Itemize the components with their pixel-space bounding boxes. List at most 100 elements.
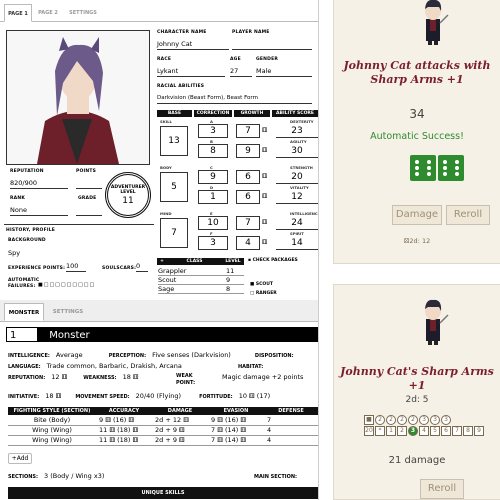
class-row[interactable]: Grappler 11	[158, 267, 244, 276]
base-value[interactable]: 7	[160, 218, 188, 248]
dice-icon[interactable]: ⚅	[56, 392, 62, 400]
auto-failure-checkboxes[interactable]: ■□□□□□□□□□	[38, 282, 95, 288]
ability-score-value[interactable]: 14	[276, 236, 318, 250]
table-row[interactable]: Wing (Wing) 11 ⚅ (18) ⚅ 2d + 9 ⚅ 7 ⚅ (14) ⚅…	[8, 435, 318, 446]
growth-value[interactable]: 6	[236, 170, 260, 184]
dice-icon[interactable]: ⚅	[107, 436, 117, 444]
package-row[interactable]: □ RANGER	[250, 291, 277, 296]
growth-value[interactable]: 7	[236, 124, 260, 138]
language-value[interactable]: Trade common, Barbaric, Drakish, Arcana	[47, 362, 182, 370]
age-field[interactable]: 27	[230, 67, 252, 77]
table-row[interactable]: Bite (Body) 9 ⚅ (16) ⚅ 2d + 12 ⚅ 9 ⚅ (16) ⚅…	[8, 415, 318, 426]
correction-value[interactable]: 3	[198, 124, 228, 138]
grade-field[interactable]	[76, 206, 102, 216]
dice-icon[interactable]: ⚅	[249, 392, 255, 400]
defense-cell[interactable]: 4	[264, 425, 318, 436]
evasion-cell[interactable]: 7 ⚅ (14) ⚅	[208, 435, 264, 446]
growth-value[interactable]: 7	[236, 216, 260, 230]
dice-icon[interactable]: ⚅	[215, 416, 225, 424]
damage-cell[interactable]: 2d + 9 ⚅	[152, 425, 208, 436]
dice-icon[interactable]: ⚅	[262, 173, 267, 180]
add-class-button[interactable]: +	[157, 258, 167, 265]
ability-score-value[interactable]: 24	[276, 216, 318, 230]
dice-icon[interactable]: ⚅	[181, 416, 189, 424]
correction-value[interactable]: 10	[198, 216, 228, 230]
dice-icon[interactable]: ⚅	[62, 373, 68, 381]
dice-icon[interactable]: ⚅	[133, 373, 139, 381]
ability-score-value[interactable]: 12	[276, 190, 318, 204]
package-row[interactable]: ■ SCOUT	[250, 282, 273, 287]
dice-icon[interactable]: ⚅	[107, 426, 117, 434]
tab-page-1[interactable]: PAGE 1	[4, 4, 32, 22]
character-name-field[interactable]: Johnny Cat	[157, 40, 229, 50]
dice-icon[interactable]: ⚅	[215, 436, 225, 444]
damage-cell[interactable]: 2d + 9 ⚅	[152, 435, 208, 446]
adventurer-level-value[interactable]: 11	[108, 196, 148, 206]
soulscars-field[interactable]: 0	[136, 262, 148, 272]
dice-icon[interactable]: ⚅	[177, 436, 185, 444]
add-row-button[interactable]: +Add	[8, 453, 32, 464]
base-value[interactable]: 13	[160, 126, 188, 156]
rank-field[interactable]: None	[10, 206, 68, 216]
reroll-damage-button[interactable]: Reroll	[420, 479, 464, 499]
accuracy-cell[interactable]: 11 ⚅ (18) ⚅	[96, 425, 152, 436]
evasion-cell[interactable]: 9 ⚅ (16) ⚅	[208, 415, 264, 426]
accuracy-cell[interactable]: 11 ⚅ (18) ⚅	[96, 435, 152, 446]
intelligence-value[interactable]: Average	[56, 351, 83, 359]
dice-icon[interactable]: ⚅	[130, 436, 138, 444]
table-row[interactable]: Wing (Wing) 11 ⚅ (18) ⚅ 2d + 9 ⚅ 7 ⚅ (14) ⚅…	[8, 425, 318, 436]
dice-icon[interactable]: ⚅	[262, 193, 267, 200]
tab-monster[interactable]: MONSTER	[4, 303, 44, 321]
accuracy-cell[interactable]: 9 ⚅ (16) ⚅	[96, 415, 152, 426]
dice-icon[interactable]: ⚅	[215, 426, 225, 434]
monster-level-field[interactable]: 1	[6, 327, 38, 342]
dice-icon[interactable]: ⚅	[177, 426, 185, 434]
tab-page-2[interactable]: PAGE 2	[34, 4, 62, 22]
damage-button[interactable]: Damage	[392, 205, 442, 225]
correction-value[interactable]: 8	[198, 144, 228, 158]
dice-icon[interactable]: ⚅	[262, 147, 267, 154]
damage-cell[interactable]: 2d + 12 ⚅	[152, 415, 208, 426]
racial-abilities-field[interactable]: Darkvision (Beast Form), Beast Form	[157, 94, 312, 104]
defense-cell[interactable]: 4	[264, 435, 318, 446]
player-name-field[interactable]	[232, 40, 312, 50]
dice-icon[interactable]: ⚅	[262, 239, 267, 246]
base-value[interactable]: 5	[160, 172, 188, 202]
weakness-value[interactable]: 18	[123, 373, 131, 381]
fighting-style-cell[interactable]: Wing (Wing)	[8, 435, 96, 446]
dice-icon[interactable]: ⚅	[130, 426, 138, 434]
class-row[interactable]: Sage 8	[158, 285, 244, 294]
movement-value[interactable]: 20/40 (Flying)	[136, 392, 181, 400]
gender-field[interactable]: Male	[256, 67, 312, 77]
background-field[interactable]: Spy	[8, 249, 148, 258]
growth-value[interactable]: 9	[236, 144, 260, 158]
class-row[interactable]: Scout 9	[158, 276, 244, 285]
dice-icon[interactable]: ⚅	[238, 416, 246, 424]
reroll-button[interactable]: Reroll	[446, 205, 490, 225]
fighting-style-cell[interactable]: Wing (Wing)	[8, 425, 96, 436]
correction-value[interactable]: 1	[198, 190, 228, 204]
correction-value[interactable]: 9	[198, 170, 228, 184]
weak-point-value[interactable]: Magic damage +2 points	[222, 373, 303, 381]
points-field[interactable]	[76, 179, 102, 189]
dice-icon[interactable]: ⚅	[103, 416, 113, 424]
tab-monster-settings[interactable]: SETTINGS	[48, 303, 88, 321]
monster-name-field[interactable]: Monster	[41, 330, 89, 341]
dice-icon[interactable]: ⚅	[262, 127, 267, 134]
dice-icon[interactable]: ⚅	[262, 219, 267, 226]
growth-value[interactable]: 4	[236, 236, 260, 250]
ability-score-value[interactable]: 23	[276, 124, 318, 138]
sections-value[interactable]: 3 (Body / Wing x3)	[44, 472, 104, 480]
defense-cell[interactable]: 7	[264, 415, 318, 426]
growth-value[interactable]: 6	[236, 190, 260, 204]
initiative-value[interactable]: 18	[45, 392, 53, 400]
reputation-monster-value[interactable]: 12	[51, 373, 59, 381]
ability-score-value[interactable]: 30	[276, 144, 318, 158]
correction-value[interactable]: 3	[198, 236, 228, 250]
fortitude-value[interactable]: 10	[239, 392, 247, 400]
evasion-cell[interactable]: 7 ⚅ (14) ⚅	[208, 425, 264, 436]
xp-field[interactable]: 100	[66, 262, 86, 272]
dice-icon[interactable]: ⚅	[126, 416, 134, 424]
race-field[interactable]: Lykant	[157, 67, 225, 77]
character-portrait[interactable]	[6, 30, 150, 165]
